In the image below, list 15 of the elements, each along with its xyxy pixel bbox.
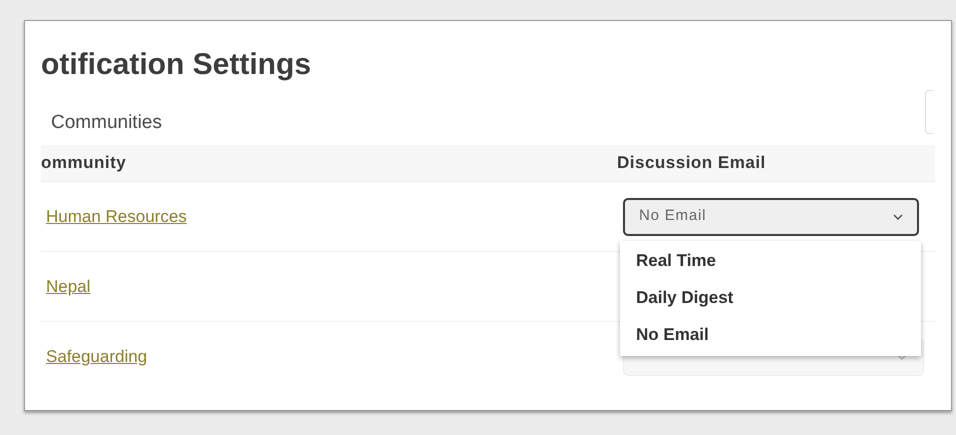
chevron-down-icon — [897, 354, 907, 360]
column-header: ommunity — [41, 152, 126, 174]
community-link[interactable]: Nepal — [46, 274, 90, 300]
dropdown-option[interactable]: Daily Digest — [620, 280, 921, 316]
dropdown-option[interactable]: Real Time — [620, 242, 921, 280]
select-value: No Email — [639, 206, 706, 226]
email-select[interactable]: No Email — [623, 198, 919, 236]
dropdown-option[interactable]: No Email — [620, 316, 921, 354]
community-link[interactable]: Safeguarding — [46, 344, 148, 370]
section-heading: Communities — [51, 111, 162, 135]
chevron-down-icon — [893, 214, 903, 220]
page-title: otification Settings — [41, 47, 311, 83]
column-header: Discussion Email — [617, 152, 766, 174]
community-link[interactable]: Human Resources — [46, 204, 187, 230]
panel-edge — [925, 90, 933, 134]
